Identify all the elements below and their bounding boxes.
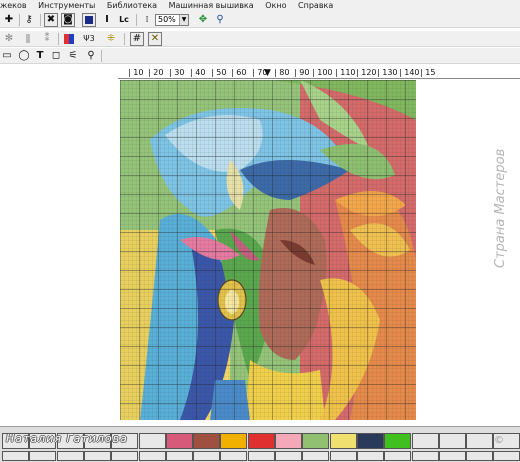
eraser-icon[interactable]: ◻ — [49, 49, 63, 63]
menu-item-library[interactable]: Библиотека — [107, 0, 157, 10]
grid-icon[interactable]: # — [130, 32, 144, 46]
cross-stitch-icon[interactable]: ✖ — [44, 13, 58, 27]
chevron-down-icon: ▼ — [179, 15, 188, 25]
palette-count-icon[interactable]: ⁞ — [140, 13, 154, 27]
palette-swatch[interactable] — [466, 433, 494, 449]
palette-swatch[interactable] — [411, 433, 439, 449]
toolbar-separator — [19, 14, 20, 26]
ruler-position-marker-icon: ▼ — [264, 68, 271, 78]
palette-swatch[interactable] — [83, 451, 111, 461]
ruler-tick: | 50 — [211, 68, 227, 77]
select-all-icon[interactable]: ⁜ — [104, 32, 118, 46]
color-picker-icon[interactable] — [62, 32, 76, 46]
palette-swatch[interactable] — [329, 451, 357, 461]
palette-swatch[interactable] — [220, 433, 248, 449]
toolbar-separator — [58, 33, 59, 45]
new-item-icon[interactable]: ✚ — [2, 13, 16, 27]
symbol-icon[interactable]: Ψ3 — [82, 32, 96, 46]
palette-swatch[interactable] — [56, 451, 84, 461]
full-stitch-icon[interactable] — [82, 13, 96, 27]
ruler-tick: | 60 — [231, 68, 247, 77]
palette-swatch[interactable] — [438, 433, 466, 449]
lasso-icon[interactable]: ◯ — [17, 49, 31, 63]
palette-swatch[interactable] — [29, 451, 57, 461]
half-stitch-icon[interactable]: ǁ — [21, 32, 35, 46]
fractional-stitch-icon[interactable]: ✻ — [2, 32, 16, 46]
fit-to-window-icon[interactable]: ✥ — [196, 13, 210, 27]
ruler-tick: | 20 — [148, 68, 164, 77]
menu-item-window[interactable]: Окно — [265, 0, 286, 10]
ruler-tick: | 120 — [356, 68, 377, 77]
palette-swatch[interactable] — [247, 433, 275, 449]
mark-icon[interactable]: ✕ — [148, 32, 162, 46]
menu-item-tools[interactable]: Инструменты — [38, 0, 95, 10]
zoom-icon[interactable]: ⚲ — [213, 13, 227, 27]
palette-swatch[interactable] — [302, 451, 330, 461]
palette-swatch[interactable] — [138, 433, 166, 449]
menu-item-help[interactable]: Справка — [298, 0, 333, 10]
toolbar-separator — [101, 50, 102, 62]
palette-swatch[interactable] — [384, 451, 412, 461]
palette-swatch[interactable] — [411, 451, 439, 461]
palette-swatch[interactable] — [193, 433, 221, 449]
ruler-tick: | 80 — [274, 68, 290, 77]
text-tool-icon[interactable]: T — [33, 49, 47, 63]
toolbar-tools: ▭ ◯ T ◻ ⚟ ⚲ — [0, 48, 520, 64]
palette-swatch[interactable] — [356, 433, 384, 449]
quarter-stitch-icon[interactable]: ⁑ — [40, 32, 54, 46]
ruler-tick: | 100 — [312, 68, 333, 77]
zoom-value: 50% — [158, 15, 176, 24]
palette-swatch[interactable] — [2, 451, 29, 461]
horizontal-ruler: | 10 | 20 | 30 | 40 | 50 | 60 | 70 ▼ | 8… — [118, 66, 520, 79]
eyedropper-icon[interactable]: ⚟ — [66, 49, 80, 63]
palette-swatch[interactable] — [220, 451, 248, 461]
palette-swatch[interactable] — [356, 451, 384, 461]
ruler-tick: | 30 — [169, 68, 185, 77]
palette-swatch[interactable] — [275, 433, 302, 449]
palette-swatch[interactable] — [493, 451, 520, 461]
key-icon[interactable]: ⚷ — [22, 13, 36, 27]
ruler-tick: | 110 — [335, 68, 356, 77]
palette-swatch[interactable] — [138, 451, 166, 461]
ruler-tick: | 10 — [128, 68, 144, 77]
menu-item-machine-embroidery[interactable]: Машинная вышивка — [169, 0, 254, 10]
ruler-tick: | 15 — [420, 68, 436, 77]
palette-swatch[interactable] — [193, 451, 221, 461]
palette-swatch[interactable] — [466, 451, 494, 461]
palette-swatch[interactable] — [247, 451, 275, 461]
watermark-copyright: © — [494, 435, 504, 446]
cross-stitch-pattern-image — [120, 80, 416, 420]
zoom-select[interactable]: 50% ▼ — [155, 14, 189, 26]
ruler-tick: | 90 — [294, 68, 310, 77]
toolbar-separator — [124, 33, 125, 45]
letter-i-icon[interactable]: I — [100, 13, 114, 27]
letter-lc-icon[interactable]: Lc — [117, 13, 131, 27]
palette-swatch[interactable] — [329, 433, 357, 449]
menu-bar: жеков Инструменты Библиотека Машинная вы… — [0, 0, 520, 12]
embroidery-chart-canvas[interactable] — [120, 80, 416, 420]
toolbar-stitch: ✻ ǁ ⁑ Ψ3 ⁜ # ✕ — [0, 31, 520, 47]
palette-swatch[interactable] — [165, 451, 193, 461]
palette-swatch[interactable] — [165, 433, 193, 449]
palette-swatch[interactable] — [275, 451, 302, 461]
palette-swatch[interactable] — [384, 433, 412, 449]
toolbar-main: ✚ ⚷ ✖ ◙ I Lc ⁞ 50% ▼ ✥ ⚲ — [0, 12, 520, 28]
ruler-tick: | 40 — [190, 68, 206, 77]
toolbar-separator — [40, 14, 41, 26]
toolbar-separator — [136, 14, 137, 26]
ruler-tick: | 130 — [377, 68, 398, 77]
watermark-text: Страна Мастеров — [493, 148, 508, 268]
ruler-tick: | 140 — [399, 68, 420, 77]
palette-swatch[interactable] — [302, 433, 330, 449]
palette-swatch[interactable] — [438, 451, 466, 461]
backstitch-icon[interactable]: ◙ — [61, 13, 75, 27]
magnifier-icon[interactable]: ⚲ — [84, 49, 98, 63]
palette-swatch[interactable] — [111, 451, 139, 461]
menu-item-file[interactable]: жеков — [0, 0, 27, 10]
rectangle-select-icon[interactable]: ▭ — [0, 49, 14, 63]
author-signature: Наталия Гатилова — [6, 432, 128, 445]
